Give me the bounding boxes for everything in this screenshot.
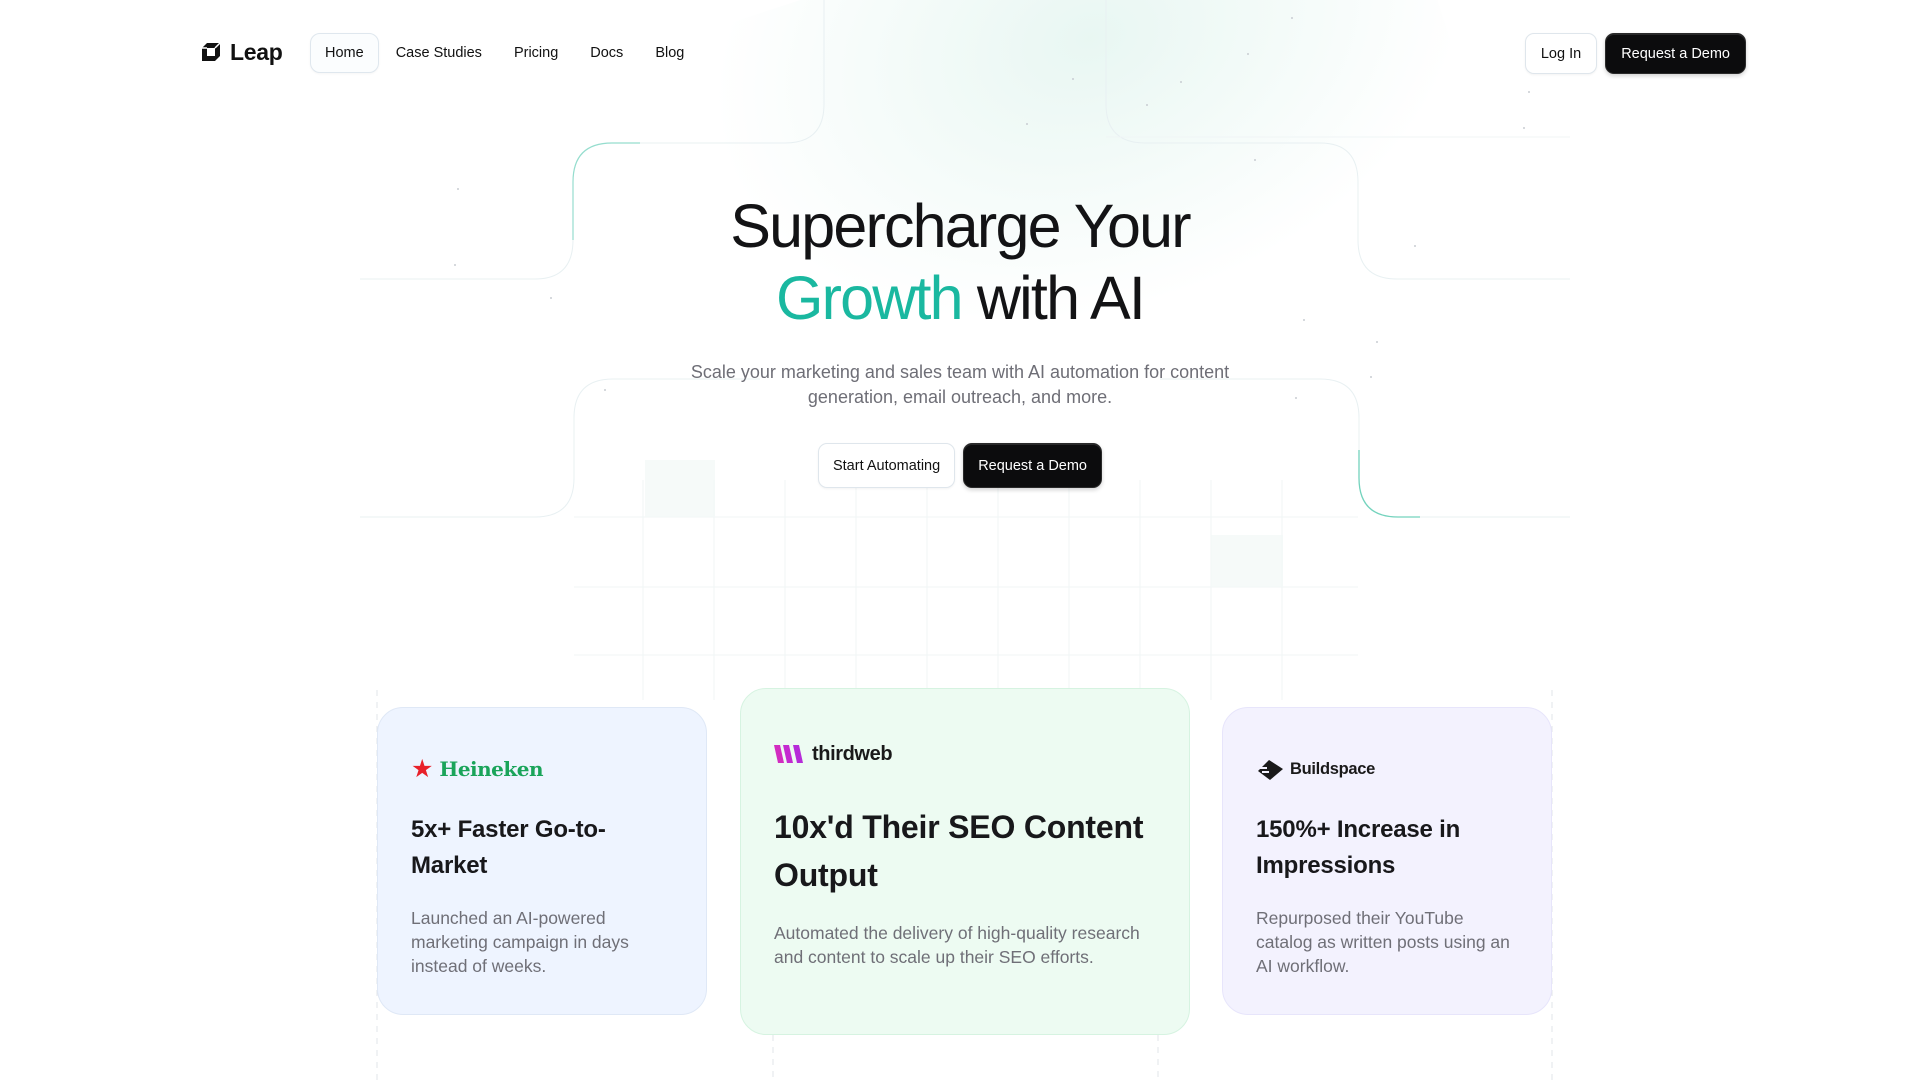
case-study-title: 10x'd Their SEO Content Output (774, 809, 1144, 893)
brand-logo-heineken: ★ Heineken (411, 756, 673, 782)
nav-link-pricing[interactable]: Pricing (499, 33, 573, 73)
hero-section: Supercharge Your Growth with AI Scale yo… (0, 190, 1920, 488)
nav-link-home[interactable]: Home (310, 33, 379, 73)
brand-name: Leap (230, 38, 283, 65)
case-study-card-thirdweb[interactable]: thirdweb 10x'd Their SEO Content Output … (740, 688, 1190, 1035)
top-navigation: Leap Home Case Studies Pricing Docs Blog… (0, 0, 1920, 105)
brand-logo-buildspace: Buildspace (1256, 756, 1518, 782)
case-study-description: Automated the delivery of high-quality r… (774, 923, 1140, 967)
buildspace-logo-icon (1258, 760, 1283, 780)
login-button[interactable]: Log In (1524, 33, 1598, 74)
hero-cta-group: Start Automating Request a Demo (0, 443, 1920, 488)
brand-name: thirdweb (812, 742, 893, 765)
brand-name: Heineken (439, 757, 544, 781)
nav-link-case-studies[interactable]: Case Studies (381, 33, 497, 73)
nav-request-demo-button[interactable]: Request a Demo (1605, 33, 1746, 74)
hero-title: Supercharge Your Growth with AI (0, 190, 1920, 334)
case-study-title: 5x+ Faster Go-to-Market (411, 816, 606, 879)
nav-link-docs[interactable]: Docs (575, 33, 638, 73)
hero-title-line2: with AI (961, 264, 1146, 332)
case-study-description: Launched an AI-powered marketing campaig… (411, 908, 629, 976)
brand-logo[interactable]: Leap (200, 38, 283, 66)
nav-actions: Log In Request a Demo (1524, 33, 1746, 74)
brand-logo-thirdweb: thirdweb (774, 741, 1156, 767)
case-study-title: 150%+ Increase in Impressions (1256, 816, 1461, 879)
case-study-description: Repurposed their YouTube catalog as writ… (1256, 908, 1510, 976)
star-icon: ★ (411, 754, 434, 783)
start-automating-button[interactable]: Start Automating (817, 443, 956, 488)
nav-links: Home Case Studies Pricing Docs Blog (310, 33, 699, 73)
hero-title-line1: Supercharge Your (730, 192, 1191, 260)
brand-name: Buildspace (1290, 759, 1376, 778)
case-study-card-buildspace[interactable]: Buildspace 150%+ Increase in Impressions… (1222, 707, 1552, 1015)
nav-link-blog[interactable]: Blog (640, 33, 699, 73)
thirdweb-logo-icon (774, 745, 803, 763)
hero-title-accent: Growth (775, 264, 964, 332)
hero-request-demo-button[interactable]: Request a Demo (963, 443, 1102, 488)
leap-logo-icon (202, 42, 221, 61)
case-study-card-heineken[interactable]: ★ Heineken 5x+ Faster Go-to-Market Launc… (377, 707, 707, 1015)
hero-subtitle: Scale your marketing and sales team with… (690, 362, 1230, 407)
